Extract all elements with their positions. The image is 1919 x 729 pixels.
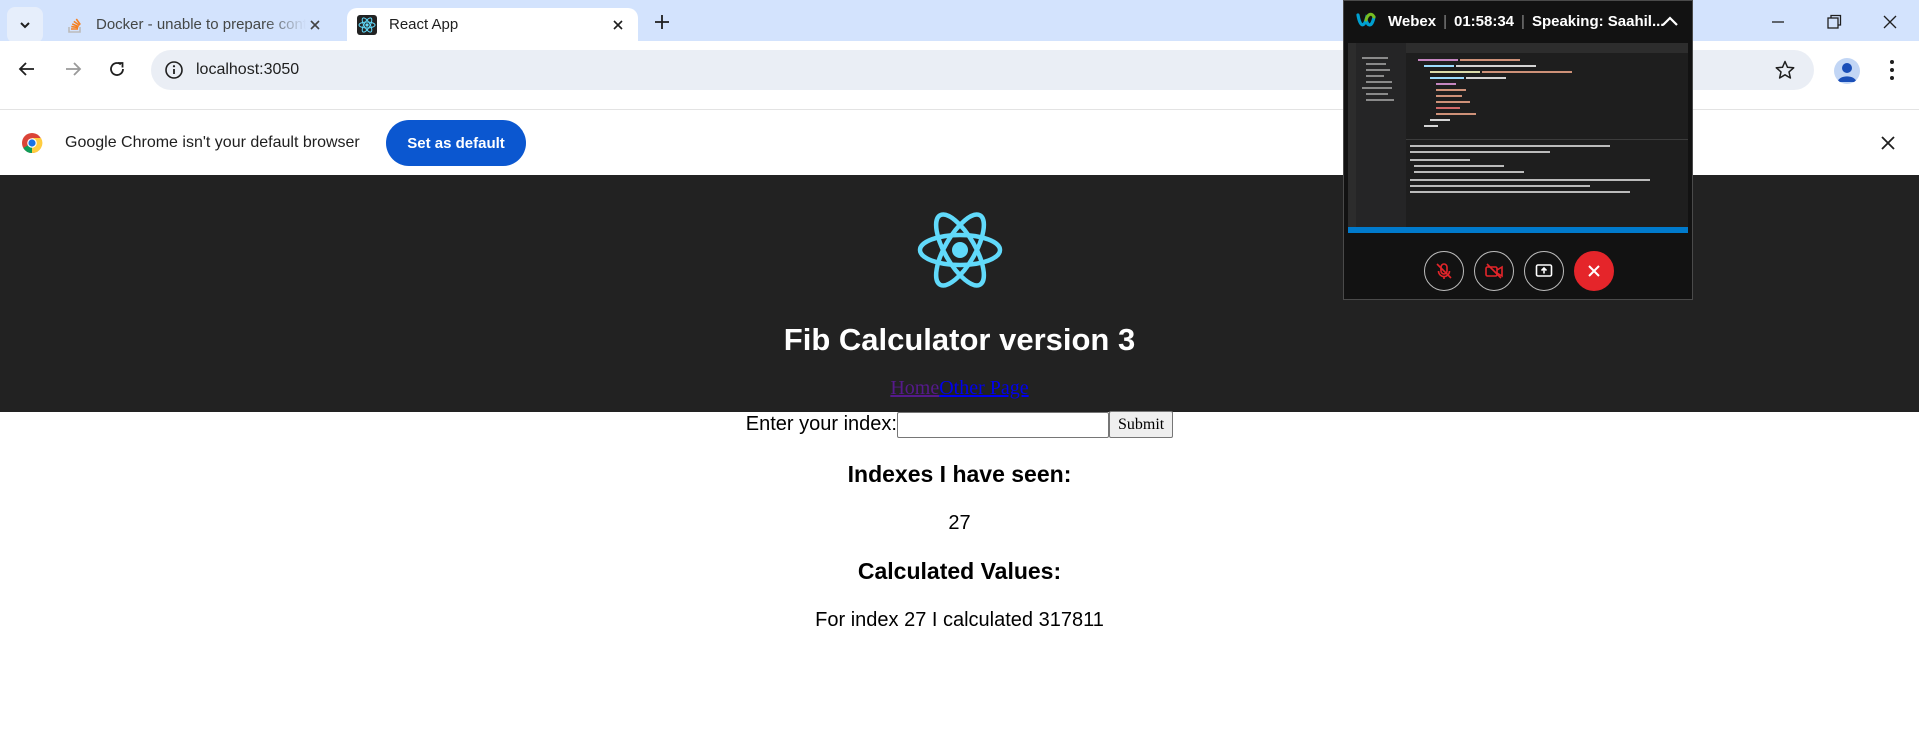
index-label: Enter your index:: [745, 413, 897, 435]
tab-title: Docker - unable to prepare context: [96, 16, 306, 33]
close-icon: [1588, 265, 1600, 277]
webex-mini-window[interactable]: Webex | 01:58:34 | Speaking: Saahil...: [1343, 0, 1693, 300]
reload-button[interactable]: [105, 57, 129, 81]
chevron-down-icon: [20, 22, 30, 29]
close-infobar-icon[interactable]: [1878, 133, 1898, 153]
tab-react-app[interactable]: React App: [347, 8, 638, 41]
indexes-seen-list: 27: [948, 512, 971, 534]
site-info-icon[interactable]: [163, 59, 185, 81]
index-form: Enter your index: Submit: [0, 411, 1919, 438]
profile-avatar-icon[interactable]: [1834, 58, 1860, 84]
calculated-value-item: For index 27 I calculated 317811: [815, 609, 1104, 631]
chevron-up-icon[interactable]: [1660, 13, 1680, 29]
react-logo-icon: [917, 212, 1003, 288]
restore-icon[interactable]: [1824, 12, 1844, 32]
close-window-icon[interactable]: [1880, 12, 1900, 32]
chrome-logo-icon: [22, 133, 43, 154]
tab-title: React App: [389, 16, 459, 33]
shared-screen-preview: [1348, 43, 1688, 233]
react-favicon-icon: [357, 14, 377, 35]
webex-app-name: Webex: [1388, 12, 1437, 30]
share-screen-button[interactable]: [1524, 251, 1564, 291]
end-call-button[interactable]: [1574, 251, 1614, 291]
new-tab-plus-icon[interactable]: [652, 12, 672, 32]
indexes-seen-heading: Indexes I have seen:: [847, 461, 1072, 487]
reload-icon: [110, 62, 124, 76]
bookmark-star-icon[interactable]: [1774, 59, 1796, 81]
set-as-default-button[interactable]: Set as default: [386, 120, 526, 166]
submit-button[interactable]: Submit: [1108, 411, 1174, 438]
active-speaker: Speaking: Saahil...: [1531, 12, 1665, 30]
minimize-icon[interactable]: [1768, 12, 1788, 32]
more-menu-icon[interactable]: [1880, 56, 1904, 84]
page-nav: HomeOther Page: [0, 377, 1919, 400]
tab-search-button[interactable]: [7, 7, 43, 43]
webex-title-bar[interactable]: Webex | 01:58:34 | Speaking: Saahil...: [1344, 1, 1692, 41]
video-off-icon: [1485, 263, 1503, 279]
close-tab-icon[interactable]: [608, 15, 628, 35]
back-button[interactable]: [15, 57, 39, 81]
close-tab-icon[interactable]: [305, 15, 325, 35]
stop-video-button[interactable]: [1474, 251, 1514, 291]
forward-button[interactable]: [61, 57, 85, 81]
arrow-left-icon: [18, 62, 34, 76]
page-title: Fib Calculator version 3: [783, 322, 1136, 357]
tab-docker[interactable]: Docker - unable to prepare context: [52, 8, 335, 41]
infobar-message: Google Chrome isn't your default browser: [65, 134, 360, 151]
stackoverflow-icon: [68, 18, 81, 33]
share-screen-icon: [1535, 264, 1553, 277]
url-text: localhost:3050: [196, 61, 300, 78]
index-input[interactable]: [896, 411, 1109, 438]
meeting-timer: 01:58:34: [1453, 12, 1515, 30]
mute-button[interactable]: [1424, 251, 1464, 291]
webex-logo-icon: [1356, 12, 1376, 27]
webex-controls: [1344, 251, 1692, 293]
arrow-right-icon: [66, 62, 82, 76]
home-link[interactable]: Home: [890, 377, 939, 399]
microphone-muted-icon: [1436, 263, 1452, 279]
calculated-values-heading: Calculated Values:: [857, 558, 1062, 584]
other-page-link[interactable]: Other Page: [939, 377, 1028, 399]
